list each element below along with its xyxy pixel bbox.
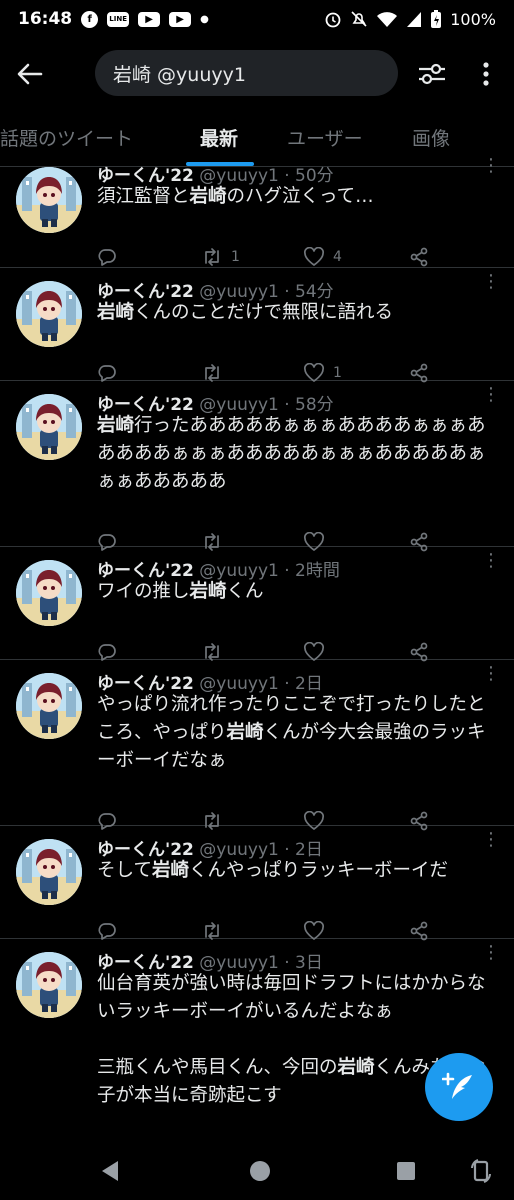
- tweet-text-highlight: 岩崎: [97, 415, 135, 436]
- avatar-image: [16, 167, 82, 233]
- system-nav-bar: [0, 1140, 514, 1200]
- tweet-menu-caret-icon[interactable]: ⋮: [482, 157, 500, 181]
- tweet-menu-caret-icon[interactable]: ⋮: [482, 273, 500, 297]
- vertical-dots-icon: [483, 62, 489, 86]
- avatar[interactable]: [16, 560, 82, 626]
- tweet-text-pre: 須江監督と: [97, 186, 190, 207]
- tweet-item[interactable]: ゆーくん'22 @yuuyy1 · 2日 ⋮ やっぱり流れ作ったりここぞで打った…: [0, 659, 514, 831]
- like-count: 1: [333, 365, 342, 381]
- retweet-count: 1: [231, 249, 240, 265]
- tweet-text-highlight: 岩崎: [226, 722, 264, 743]
- tweet-text-highlight: 岩崎: [189, 186, 227, 207]
- line-icon: LINE: [107, 11, 130, 27]
- avatar[interactable]: [16, 839, 82, 905]
- tab-top-tweets[interactable]: 話題のツイート: [0, 124, 133, 151]
- sliders-icon: [419, 63, 445, 85]
- wifi-icon: [377, 12, 398, 27]
- tweet-text-pre: そして: [97, 860, 152, 881]
- facebook-icon: f: [81, 10, 99, 28]
- tweet-text-pre: ワイの推し: [97, 581, 190, 602]
- tweet-text: 岩崎行ったあああああぁぁぁああああぁぁぁあああああぁぁぁあああああぁぁぁああああ…: [97, 412, 497, 496]
- avatar-image: [16, 560, 82, 626]
- nav-home-icon[interactable]: [249, 1160, 271, 1182]
- status-bar: 16:48 f LINE ▶ ▶ ● 100%: [0, 0, 514, 38]
- tweet-text-highlight: 岩崎: [337, 1057, 375, 1078]
- back-button[interactable]: [0, 44, 60, 104]
- tweet-text: ワイの推し岩崎くん: [97, 578, 497, 606]
- battery-level: 100%: [450, 9, 496, 29]
- retweet-icon: [205, 248, 219, 266]
- tweet-menu-caret-icon[interactable]: ⋮: [482, 665, 500, 689]
- avatar[interactable]: [16, 673, 82, 739]
- nav-recents-icon[interactable]: [396, 1161, 416, 1181]
- tweet-item[interactable]: ゆーくん'22 @yuuyy1 · 2時間 ⋮ ワイの推し岩崎くん: [0, 546, 514, 662]
- rotate-screen-icon[interactable]: [470, 1158, 492, 1184]
- avatar[interactable]: [16, 167, 82, 233]
- search-input[interactable]: 岩崎 @yuuyy1: [95, 50, 398, 96]
- search-filter-button[interactable]: [410, 54, 454, 94]
- like-button[interactable]: 4: [303, 247, 342, 267]
- compose-tweet-button[interactable]: [425, 1053, 493, 1121]
- tab-latest[interactable]: 最新: [200, 124, 238, 151]
- share-button[interactable]: [409, 247, 429, 267]
- avatar[interactable]: [16, 952, 82, 1018]
- like-count: 4: [333, 249, 342, 265]
- reply-button[interactable]: [97, 247, 117, 267]
- search-query-text: 岩崎 @yuuyy1: [113, 63, 246, 86]
- tweet-text: 須江監督と岩崎のハグ泣くって…: [97, 183, 497, 211]
- status-time: 16:48: [18, 9, 73, 29]
- battery-icon: [431, 10, 442, 28]
- avatar[interactable]: [16, 281, 82, 347]
- tweet-text: 岩崎くんのことだけで無限に語れる: [97, 299, 497, 327]
- tweet-text-highlight: 岩崎: [97, 302, 135, 323]
- tweet-text-post: 行ったあああああぁぁぁああああぁぁぁあああああぁぁぁあああああぁぁぁあああああぁ…: [97, 415, 486, 492]
- tweet-menu-caret-icon[interactable]: ⋮: [482, 831, 500, 855]
- tweet-item[interactable]: ゆーくん'22 @yuuyy1 · 54分 ⋮ 岩崎くんのことだけで無限に語れる…: [0, 267, 514, 383]
- tweet-text-post: くん: [226, 581, 264, 602]
- tweet-text-highlight: 岩崎: [151, 860, 189, 881]
- tab-overflow-partial[interactable]: [508, 124, 514, 146]
- tweet-text-highlight: 岩崎: [189, 581, 227, 602]
- signal-icon: [407, 12, 422, 27]
- tweet-text: そして岩崎くんやっぱりラッキーボーイだ: [97, 857, 497, 885]
- mute-icon: [351, 11, 367, 27]
- avatar[interactable]: [16, 394, 82, 460]
- avatar-image: [16, 839, 82, 905]
- tweet-menu-caret-icon[interactable]: ⋮: [482, 386, 500, 410]
- youtube-icon-2: ▶: [169, 11, 192, 27]
- tweet-text-post: くんやっぱりラッキーボーイだ: [188, 860, 448, 881]
- heart-icon: [303, 247, 325, 266]
- tab-users[interactable]: ユーザー: [287, 124, 363, 151]
- avatar-image: [16, 673, 82, 739]
- alarm-icon: [325, 12, 341, 28]
- overflow-menu-button[interactable]: [468, 54, 504, 94]
- avatar-image: [16, 952, 82, 1018]
- tweet-text: やっぱり流れ作ったりここぞで打ったりしたところ、やっぱり岩崎くんが今大会最強のラ…: [97, 691, 497, 775]
- tweet-text-post: のハグ泣くって…: [226, 186, 374, 207]
- avatar-image: [16, 394, 82, 460]
- share-icon: [410, 247, 428, 267]
- tweet-text-post: くんのことだけで無限に語れる: [134, 302, 394, 323]
- youtube-icon: ▶: [138, 11, 161, 27]
- tweet-item[interactable]: ゆーくん'22 @yuuyy1 · 58分 ⋮ 岩崎行ったあああああぁぁぁあああ…: [0, 380, 514, 552]
- search-header: 岩崎 @yuuyy1: [0, 40, 514, 108]
- feather-plus-icon: [442, 1072, 472, 1099]
- tweet-menu-caret-icon[interactable]: ⋮: [482, 944, 500, 968]
- tweet-item[interactable]: ゆーくん'22 @yuuyy1 · 50分 ⋮ 須江監督と岩崎のハグ泣くって… …: [0, 157, 514, 268]
- retweet-button[interactable]: 1: [201, 247, 240, 267]
- more-notifications-dot-icon: ●: [200, 13, 209, 25]
- nav-back-icon[interactable]: [100, 1160, 120, 1182]
- tweet-item[interactable]: ゆーくん'22 @yuuyy1 · 2日 ⋮ そして岩崎くんやっぱりラッキーボー…: [0, 825, 514, 941]
- avatar-image: [16, 281, 82, 347]
- tweet-menu-caret-icon[interactable]: ⋮: [482, 552, 500, 576]
- tab-images[interactable]: 画像: [412, 124, 450, 151]
- back-arrow-icon: [17, 63, 43, 85]
- reply-icon: [98, 249, 116, 266]
